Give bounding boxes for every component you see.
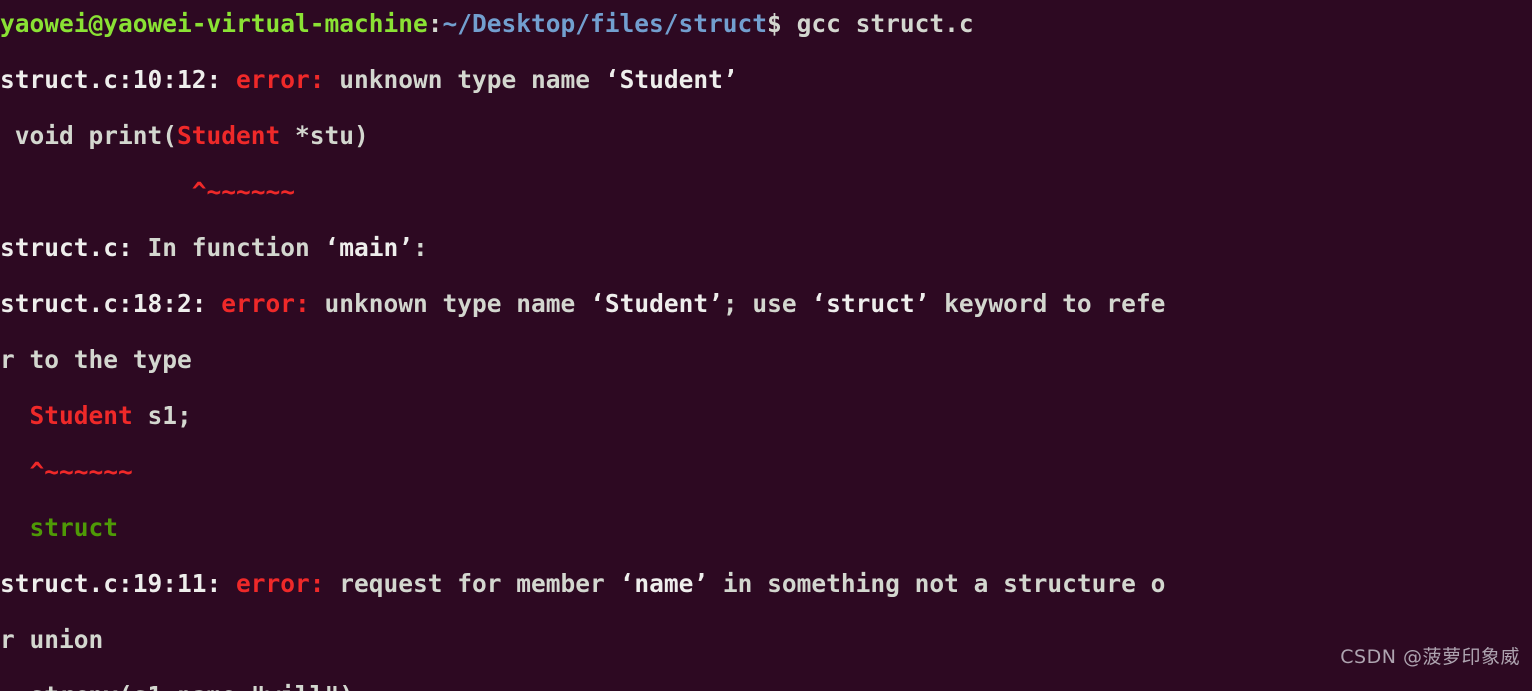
error-line-18-2: struct.c:18:2: error: unknown type name … xyxy=(0,289,1166,318)
prompt-user-host: yaowei@yaowei-virtual-machine xyxy=(0,9,428,38)
prompt-path: ~/Desktop/files/struct xyxy=(442,9,768,38)
context-in-function-main: struct.c: In function ‘main’: xyxy=(0,233,428,262)
error-line-19-11: struct.c:19:11: error: request for membe… xyxy=(0,569,1166,598)
suggestion-line-struct: struct xyxy=(0,513,119,542)
prompt-separator: : xyxy=(427,9,443,38)
terminal-window[interactable]: yaowei@yaowei-virtual-machine:~/Desktop/… xyxy=(0,0,1532,691)
source-line-student-s1: Student s1; xyxy=(29,401,192,430)
csdn-watermark: CSDN @菠萝印象威 xyxy=(1340,646,1520,668)
terminal-screen: yaowei@yaowei-virtual-machine:~/Desktop/… xyxy=(0,0,1532,691)
prompt-line: yaowei@yaowei-virtual-machine:~/Desktop/… xyxy=(0,0,1532,52)
error-line-18-2-wrap: r to the type xyxy=(0,345,192,374)
error-line-10-12: struct.c:10:12: error: unknown type name… xyxy=(0,65,738,94)
prompt-sigil: $ xyxy=(767,9,782,38)
caret-line-1: ^~~~~~~ xyxy=(0,177,296,206)
source-line-strcpy-name: strcpy(s1.name,"will"); xyxy=(0,668,1532,691)
error-line-19-11-wrap: r union xyxy=(0,625,104,654)
prompt-command: gcc struct.c xyxy=(781,9,974,38)
source-line-void-print: void print(Student *stu) xyxy=(0,121,369,150)
caret-line-2: ^~~~~~~ xyxy=(0,457,133,486)
